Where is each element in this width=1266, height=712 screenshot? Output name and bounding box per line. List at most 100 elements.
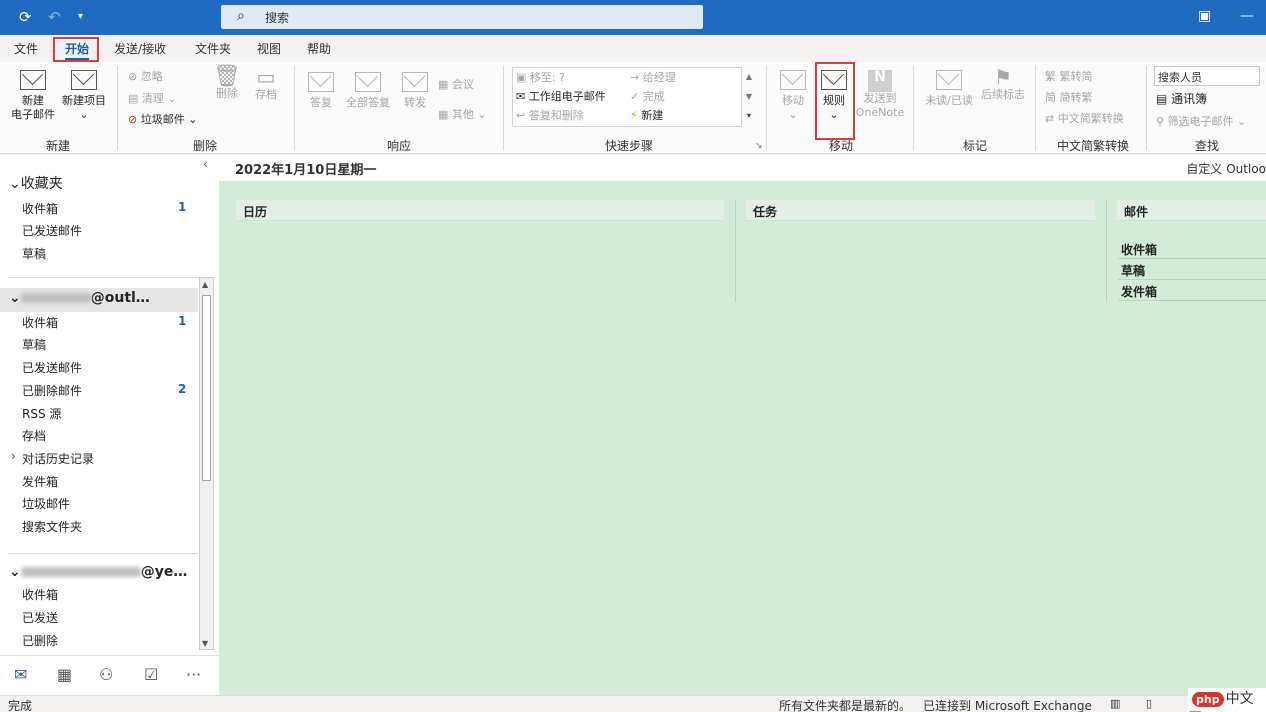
- account1-header[interactable]: ⌄ @outl…: [0, 288, 198, 312]
- acct2-sent[interactable]: 已发送: [22, 609, 58, 626]
- quickstep-reply-delete[interactable]: ↩ 答复和删除: [516, 107, 584, 123]
- tab-help[interactable]: 帮助: [307, 40, 331, 57]
- dialog-launcher-icon[interactable]: ↘: [755, 141, 763, 151]
- calendar-icon[interactable]: ▦: [57, 665, 72, 684]
- chevron-right-icon[interactable]: ›: [11, 449, 16, 463]
- tab-view[interactable]: 视图: [257, 40, 281, 57]
- more-apps-icon[interactable]: ···: [186, 665, 201, 684]
- customize-qat-icon[interactable]: ▾: [78, 8, 83, 26]
- acct1-sent[interactable]: 已发送邮件: [22, 359, 82, 376]
- title-bar: ⟳ ↶ ▾ ⌕ 搜索 ▣ —: [0, 0, 1266, 35]
- cleanup-button[interactable]: ▤ 清理 ⌄: [128, 90, 177, 106]
- more-respond-button[interactable]: ▦ 其他 ⌄: [438, 106, 487, 122]
- mail-outbox-link[interactable]: 发件箱: [1118, 280, 1266, 301]
- archive-button[interactable]: ▭ 存档: [251, 67, 281, 102]
- chinese-convert-button[interactable]: ⇄ 中文简繁转换: [1045, 110, 1124, 126]
- acct1-junk[interactable]: 垃圾邮件: [22, 495, 70, 512]
- unread-read-button[interactable]: 未读/已读: [922, 70, 976, 108]
- move-button[interactable]: 移动 ⌄: [778, 70, 808, 122]
- reply-all-icon: [355, 72, 381, 92]
- sync-icon[interactable]: ⟳: [19, 8, 32, 26]
- to-traditional-button[interactable]: 繁 繁转简: [1045, 68, 1093, 84]
- quickstep-move-to[interactable]: ▣ 移至: ?: [516, 69, 565, 85]
- tab-send-receive[interactable]: 发送/接收: [114, 40, 166, 57]
- quickstep-create-new[interactable]: ⚡ 新建: [630, 107, 663, 123]
- fav-drafts[interactable]: 草稿: [22, 245, 46, 262]
- acct1-search-folders[interactable]: 搜索文件夹: [22, 518, 82, 535]
- follow-up-button[interactable]: ⚑ 后续标志: [978, 67, 1028, 102]
- mail-drafts-link[interactable]: 草稿: [1118, 259, 1266, 280]
- customize-outlook-today-link[interactable]: 自定义 Outloo: [1186, 160, 1266, 177]
- status-bar: 完成 所有文件夹都是最新的。 已连接到 Microsoft Exchange ▥…: [0, 695, 1266, 712]
- group-label-quicksteps: 快速步骤: [605, 139, 654, 153]
- reading-view-icon[interactable]: ▯: [1146, 697, 1152, 710]
- search-people-input[interactable]: 搜索人员: [1154, 66, 1260, 86]
- scroll-thumb[interactable]: [202, 295, 211, 481]
- scroll-up-icon: ▲: [745, 72, 753, 81]
- acct1-conversation-history[interactable]: 对话历史记录: [22, 450, 94, 467]
- acct1-deleted[interactable]: 已删除邮件: [22, 382, 82, 399]
- junk-button[interactable]: ⊘ 垃圾邮件 ⌄: [128, 111, 197, 127]
- redacted-email: [20, 293, 91, 303]
- mail-inbox-link[interactable]: 收件箱: [1118, 238, 1266, 259]
- fav-inbox[interactable]: 收件箱: [22, 200, 58, 217]
- chevron-down-icon: ⌄: [9, 176, 21, 192]
- quickstep-done[interactable]: ✓ 完成: [630, 88, 665, 104]
- tab-file[interactable]: 文件: [14, 40, 38, 57]
- search-box[interactable]: ⌕ 搜索: [221, 5, 703, 29]
- quick-steps-scroll[interactable]: ▲ ▼ ▾: [741, 67, 756, 127]
- archive-icon: ▭: [256, 65, 276, 89]
- account2-header[interactable]: ⌄ @ye…: [9, 564, 187, 580]
- mail-icon[interactable]: ✉: [14, 665, 27, 684]
- mail-section-header[interactable]: 邮件: [1117, 200, 1266, 221]
- group-label-respond: 响应: [387, 139, 412, 153]
- acct1-drafts[interactable]: 草稿: [22, 336, 46, 353]
- ignore-button[interactable]: ⊘ 忽略: [128, 68, 163, 84]
- to-simplified-button[interactable]: 简 简转繁: [1045, 89, 1093, 105]
- new-items-button[interactable]: 新建项目 ⌄: [58, 70, 110, 122]
- new-email-label-2: 电子邮件: [11, 108, 55, 121]
- ribbon-display-icon[interactable]: ▣: [1198, 8, 1211, 24]
- acct1-rss[interactable]: RSS 源: [22, 405, 61, 422]
- quickstep-to-manager[interactable]: → 给经理: [630, 69, 676, 85]
- acct1-inbox[interactable]: 收件箱: [22, 314, 58, 331]
- reply-button[interactable]: 答复: [303, 72, 339, 110]
- undo-icon[interactable]: ↶: [48, 8, 61, 26]
- collapse-pane-icon[interactable]: ‹: [203, 157, 208, 171]
- new-email-button[interactable]: 新建 电子邮件: [8, 70, 58, 122]
- reply-all-label: 全部答复: [346, 96, 390, 109]
- connection-status: 已连接到 Microsoft Exchange: [923, 699, 1092, 712]
- favorites-header[interactable]: ⌄收藏夹: [9, 173, 63, 193]
- forward-icon: [402, 72, 428, 92]
- scroll-up-icon: ▲: [202, 280, 209, 289]
- site-watermark: php中文网: [1188, 688, 1266, 712]
- chevron-down-icon: ⌄: [79, 108, 89, 121]
- calendar-section-header[interactable]: 日历: [236, 200, 724, 221]
- filter-email-button[interactable]: ⚲ 筛选电子邮件 ⌄: [1156, 113, 1246, 129]
- archive-label: 存档: [255, 88, 277, 101]
- send-to-onenote-button[interactable]: N 发送到 OneNote: [853, 70, 907, 120]
- fav-sent[interactable]: 已发送邮件: [22, 222, 82, 239]
- forward-button[interactable]: 转发: [398, 72, 432, 110]
- group-label-chinese: 中文简繁转换: [1057, 139, 1130, 153]
- tab-folder[interactable]: 文件夹: [195, 40, 231, 57]
- highlight-box-home: [53, 37, 99, 62]
- chevron-down-icon: ⌄: [9, 564, 21, 580]
- tasks-section-header[interactable]: 任务: [746, 200, 1095, 221]
- acct1-archive[interactable]: 存档: [22, 427, 46, 444]
- quickstep-team-email[interactable]: ✉ 工作组电子邮件: [516, 88, 606, 104]
- folder-scrollbar[interactable]: ▲ ▼: [199, 277, 214, 650]
- minimize-icon[interactable]: —: [1240, 8, 1254, 24]
- move-icon: [780, 70, 806, 90]
- meeting-button[interactable]: ▦ 会议: [438, 76, 474, 92]
- address-book-button[interactable]: ▤ 通讯簿: [1156, 90, 1207, 107]
- group-separator: [503, 66, 504, 150]
- acct2-deleted[interactable]: 已删除: [22, 632, 58, 649]
- people-icon[interactable]: ⚇: [99, 665, 113, 684]
- acct1-outbox[interactable]: 发件箱: [22, 473, 58, 490]
- acct2-inbox[interactable]: 收件箱: [22, 586, 58, 603]
- tasks-icon[interactable]: ☑: [144, 665, 158, 684]
- delete-button[interactable]: 🗑 删除: [212, 66, 242, 101]
- normal-view-icon[interactable]: ▥: [1110, 697, 1120, 710]
- reply-all-button[interactable]: 全部答复: [343, 72, 393, 110]
